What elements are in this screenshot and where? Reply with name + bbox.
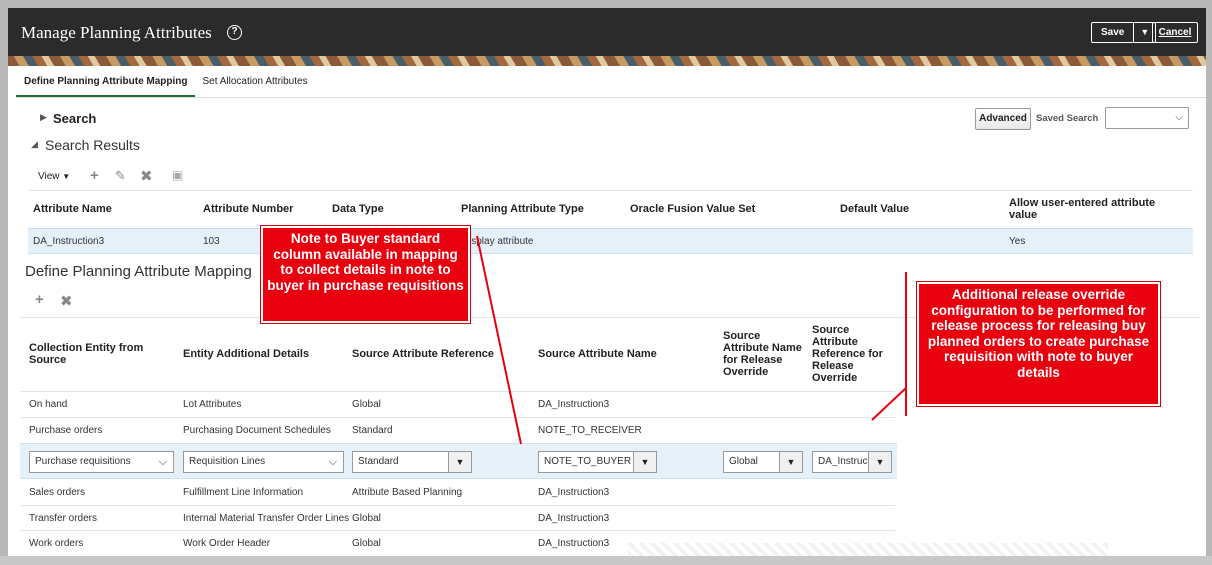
left-callout-pointer (476, 235, 522, 445)
app-window: Manage Planning Attributes ? Save ▼ Canc… (8, 8, 1206, 556)
callout-note-to-buyer: Note to Buyer standard column available … (260, 225, 471, 324)
right-callout-pointer (871, 387, 907, 421)
outer-background (0, 556, 1212, 565)
callout-release-override: Additional release override configuratio… (916, 281, 1161, 407)
